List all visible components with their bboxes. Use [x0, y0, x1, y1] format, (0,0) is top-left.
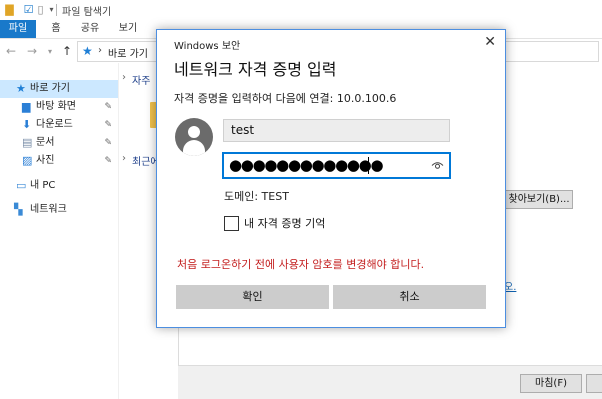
sidebar-item-downloads[interactable]: ⬇ 다운로드 ✎ [0, 116, 118, 134]
sidebar-item-this-pc[interactable]: ▭ 내 PC [0, 177, 118, 195]
sidebar-item-label: 네트워크 [30, 204, 67, 215]
avatar-body [183, 140, 205, 156]
folder-icon: ▇ [5, 3, 14, 16]
sidebar-item-label: 바로 가기 [30, 83, 70, 94]
pin-icon: ✎ [104, 156, 112, 166]
tab-file[interactable]: 파일 [0, 20, 36, 38]
sidebar-item-pictures[interactable]: ▨ 사진 ✎ [0, 152, 118, 170]
breadcrumb-quick-access[interactable]: 바로 가기 [108, 45, 148, 60]
network-icon: ▚ [14, 203, 23, 216]
sidebar-item-label: 내 PC [30, 180, 56, 191]
window-titlebar: ▇ ☑ ▯ ▾ 파일 탐색기 [0, 0, 602, 20]
tab-share[interactable]: 공유 [76, 20, 104, 38]
dialog-heading: 네트워크 자격 증명 입력 [174, 60, 337, 79]
cancel-button-partial[interactable] [586, 374, 602, 393]
pane-divider[interactable] [118, 63, 119, 399]
sidebar-item-network[interactable]: ▚ 네트워크 [0, 201, 118, 219]
password-mask: ●●●●●●●●●●●●● [229, 156, 384, 174]
user-avatar-icon [175, 118, 213, 156]
forward-arrow-icon[interactable]: → [27, 44, 37, 58]
group-chevron-icon[interactable]: › [122, 153, 126, 164]
computer-icon: ▭ [16, 179, 27, 192]
ok-button[interactable]: 확인 [176, 285, 329, 309]
pin-icon: ✎ [104, 138, 112, 148]
group-chevron-icon[interactable]: › [122, 72, 126, 83]
sidebar-item-quick-access[interactable]: ★ 바로 가기 [0, 80, 118, 98]
navigation-pane: ★ 바로 가기 ▆ 바탕 화면 ✎ ⬇ 다운로드 ✎ ▤ 문서 ✎ ▨ 사진 ✎… [0, 72, 118, 399]
pictures-icon: ▨ [22, 154, 33, 167]
sidebar-item-label: 바탕 화면 [36, 101, 76, 112]
tab-home[interactable]: 홈 [44, 20, 68, 38]
star-icon: ★ [82, 44, 93, 58]
checkbox-box[interactable] [224, 216, 239, 231]
recent-locations-chevron-icon[interactable]: ▾ [48, 47, 52, 56]
star-icon: ★ [16, 82, 26, 95]
desktop-icon: ▆ [22, 100, 31, 113]
document-icon: ▤ [22, 136, 33, 149]
window-title: 파일 탐색기 [62, 7, 112, 18]
username-field[interactable]: test [223, 119, 450, 142]
remember-credentials-label[interactable]: 내 자격 증명 기억 [244, 215, 325, 231]
breadcrumb-chevron-icon[interactable]: › [98, 45, 102, 56]
credential-dialog: Windows 보안 ✕ 네트워크 자격 증명 입력 자격 증명을 입력하여 다… [156, 29, 506, 328]
sidebar-item-label: 다운로드 [36, 119, 73, 130]
avatar-head [188, 126, 200, 138]
warning-message: 처음 로그온하기 전에 사용자 암호를 변경해야 합니다. [177, 258, 425, 271]
titlebar-separator [56, 4, 57, 16]
sidebar-item-documents[interactable]: ▤ 문서 ✎ [0, 134, 118, 152]
download-icon: ⬇ [22, 118, 32, 131]
username-value: test [231, 123, 255, 137]
group-header-frequent[interactable]: 자주 [132, 72, 150, 87]
sidebar-item-desktop[interactable]: ▆ 바탕 화면 ✎ [0, 98, 118, 116]
reveal-password-eye-icon[interactable] [431, 159, 444, 172]
sidebar-item-label: 문서 [36, 137, 55, 148]
finish-button[interactable]: 마침(F) [520, 374, 582, 393]
domain-text: 도메인: TEST [224, 190, 289, 203]
cancel-button[interactable]: 취소 [333, 285, 486, 309]
password-field[interactable]: ●●●●●●●●●●●●● [222, 152, 451, 179]
browse-button[interactable]: 찾아보기(B)... [505, 190, 573, 209]
connection-text: 자격 증명을 입력하여 다음에 연결: 10.0.100.6 [174, 92, 397, 105]
tab-view[interactable]: 보기 [114, 20, 142, 38]
dialog-caption: Windows 보안 [174, 41, 241, 52]
back-arrow-icon[interactable]: ← [6, 44, 16, 58]
pin-icon: ✎ [104, 102, 112, 112]
up-arrow-icon[interactable]: ↑ [62, 44, 72, 58]
pin-icon: ✎ [104, 120, 112, 130]
text-caret [368, 157, 369, 174]
close-icon[interactable]: ✕ [484, 34, 496, 50]
sidebar-item-label: 사진 [36, 155, 55, 166]
